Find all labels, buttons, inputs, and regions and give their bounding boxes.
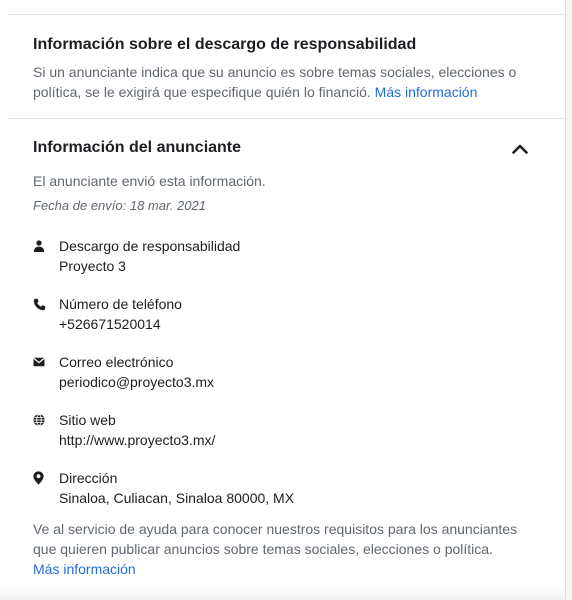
chevron-up-icon[interactable] (509, 137, 531, 159)
advertiser-info-list: Descargo de responsabilidad Proyecto 3 N… (33, 236, 531, 526)
phone-icon (33, 295, 59, 313)
list-item-disclaimer: Descargo de responsabilidad Proyecto 3 (33, 236, 531, 294)
section-divider (8, 118, 565, 119)
top-divider (8, 14, 565, 15)
disclaimer-text-block: Si un anunciante indica que su anuncio e… (33, 62, 531, 102)
disclaimer-title: Información sobre el descargo de respons… (33, 36, 417, 53)
footer-more-info-link[interactable]: Más información (33, 561, 136, 577)
location-pin-icon (33, 469, 59, 487)
phone-label: Número de teléfono (59, 296, 182, 312)
help-footer: Ve al servicio de ayuda para conocer nue… (33, 519, 531, 579)
advertiser-header: Información del anunciante (33, 137, 531, 159)
website-value: http://www.proyecto3.mx/ (59, 432, 216, 448)
envelope-icon (33, 353, 59, 371)
scrollbar[interactable] (566, 0, 572, 600)
globe-icon (33, 411, 59, 429)
email-value: periodico@proyecto3.mx (59, 374, 215, 390)
phone-value: +526671520014 (59, 316, 161, 332)
list-item-phone: Número de teléfono +526671520014 (33, 294, 531, 352)
website-label: Sitio web (59, 412, 116, 428)
address-label: Dirección (59, 470, 118, 486)
advertiser-section: Información del anunciante El anunciante… (33, 137, 531, 526)
disclaimer-label: Descargo de responsabilidad (59, 238, 241, 254)
advertiser-title: Información del anunciante (33, 139, 242, 156)
footer-text: Ve al servicio de ayuda para conocer nue… (33, 521, 518, 557)
disclaimer-value: Proyecto 3 (59, 258, 126, 274)
list-item-email: Correo electrónico periodico@proyecto3.m… (33, 352, 531, 410)
address-value: Sinaloa, Culiacan, Sinaloa 80000, MX (59, 490, 295, 506)
disclaimer-section: Información sobre el descargo de respons… (33, 35, 531, 102)
email-label: Correo electrónico (59, 354, 174, 370)
person-icon (33, 237, 59, 255)
bottom-shade (0, 586, 565, 600)
list-item-address: Dirección Sinaloa, Culiacan, Sinaloa 800… (33, 468, 531, 526)
list-item-website: Sitio web http://www.proyecto3.mx/ (33, 410, 531, 468)
advertiser-info-panel: Información sobre el descargo de respons… (0, 0, 566, 600)
disclaimer-more-info-link[interactable]: Más información (375, 84, 478, 100)
advertiser-subtitle: El anunciante envió esta información. (33, 173, 266, 189)
submission-date: Fecha de envío: 18 mar. 2021 (33, 198, 206, 213)
